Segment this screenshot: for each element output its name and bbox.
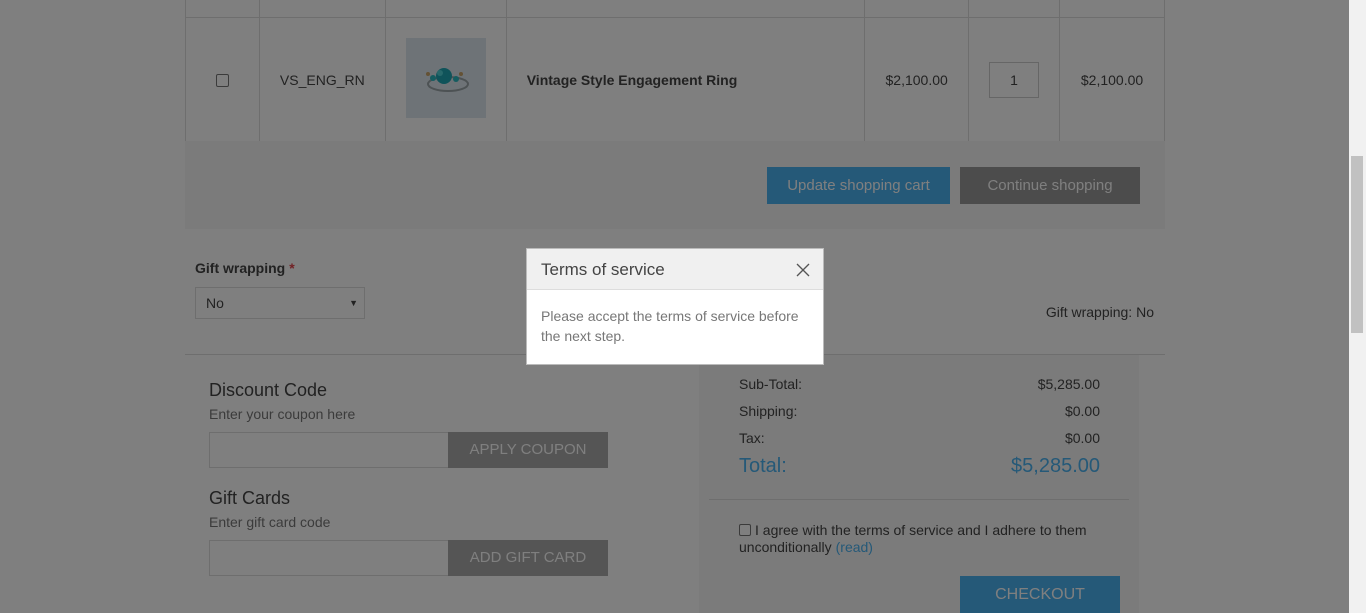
scrollbar-thumb[interactable] (1351, 156, 1363, 333)
close-icon[interactable] (795, 262, 811, 278)
dialog-message: Please accept the terms of service befor… (541, 308, 799, 344)
dialog-title: Terms of service (541, 260, 665, 279)
terms-of-service-dialog: Terms of service Please accept the terms… (526, 248, 824, 365)
scrollbar[interactable] (1349, 0, 1366, 613)
dialog-header: Terms of service (527, 249, 823, 290)
